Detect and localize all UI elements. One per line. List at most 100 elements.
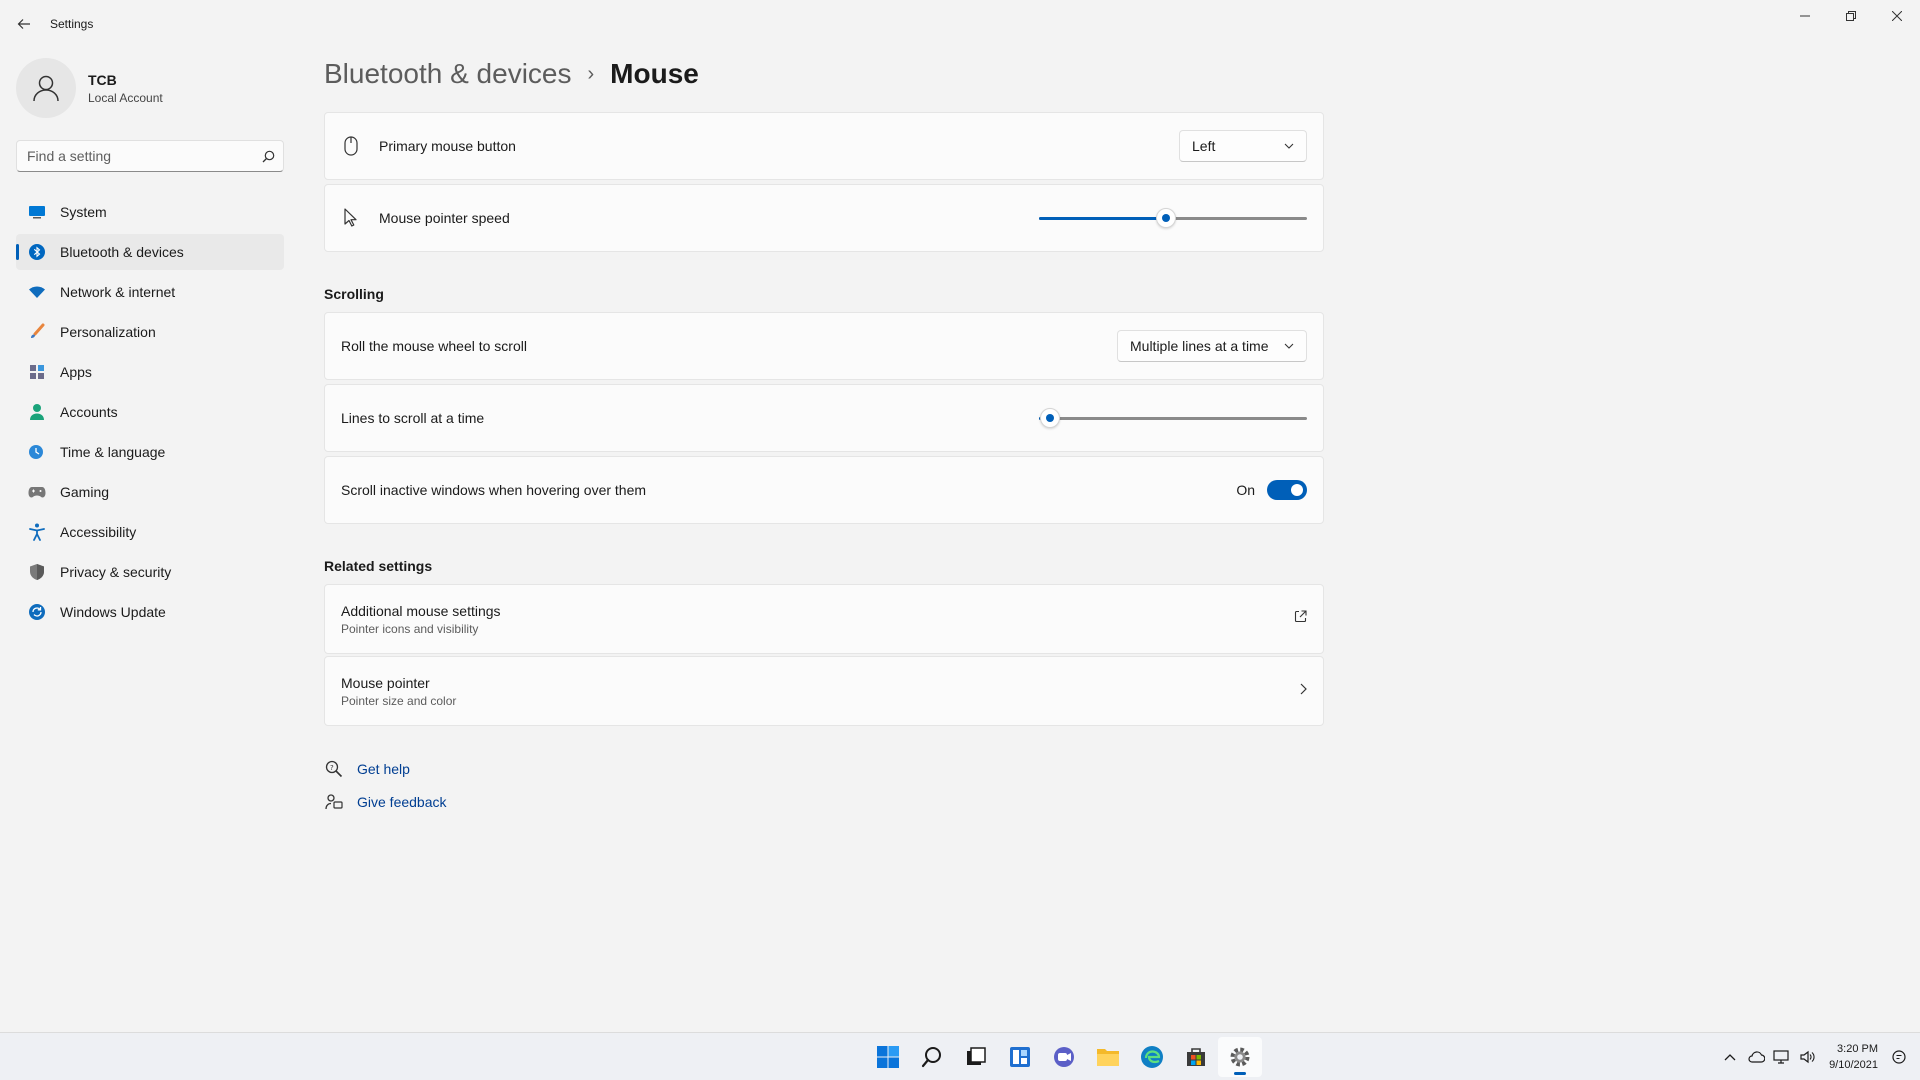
pointer-speed-slider[interactable] <box>1039 208 1307 228</box>
dropdown-value: Left <box>1192 138 1216 154</box>
lines-to-scroll-card: Lines to scroll at a time <box>324 384 1324 452</box>
tray-clock[interactable]: 3:20 PM 9/10/2021 <box>1829 1041 1878 1073</box>
mouse-pointer-card[interactable]: Mouse pointer Pointer size and color <box>324 656 1324 726</box>
profile-name: TCB <box>88 71 117 88</box>
monitor-icon <box>28 203 46 221</box>
lines-to-scroll-label: Lines to scroll at a time <box>341 410 485 426</box>
get-help-text: Get help <box>357 761 410 777</box>
sidebar-item-time-language[interactable]: Time & language <box>16 434 284 470</box>
sidebar-item-network[interactable]: Network & internet <box>16 274 284 310</box>
scroll-inactive-toggle[interactable] <box>1267 480 1307 500</box>
roll-wheel-label: Roll the mouse wheel to scroll <box>341 338 527 354</box>
sidebar: TCB Local Account System Bluetooth & dev… <box>0 48 300 1028</box>
give-feedback-link[interactable]: Give feedback <box>324 791 447 813</box>
sidebar-item-bluetooth-devices[interactable]: Bluetooth & devices <box>16 234 284 270</box>
cloud-icon[interactable] <box>1745 1046 1767 1068</box>
edge-button[interactable] <box>1130 1037 1174 1077</box>
chat-icon <box>1054 1047 1074 1067</box>
restore-button[interactable] <box>1828 0 1874 32</box>
close-button[interactable] <box>1874 0 1920 32</box>
shield-icon <box>28 563 46 581</box>
clock-date: 9/10/2021 <box>1829 1059 1878 1071</box>
back-button[interactable] <box>12 12 36 36</box>
sidebar-item-personalization[interactable]: Personalization <box>16 314 284 350</box>
sidebar-item-label: Privacy & security <box>60 564 172 580</box>
sidebar-item-apps[interactable]: Apps <box>16 354 284 390</box>
slider-thumb[interactable] <box>1040 408 1060 428</box>
apps-icon <box>28 363 46 381</box>
sidebar-item-label: Bluetooth & devices <box>60 244 184 260</box>
minimize-icon <box>1800 15 1810 17</box>
wifi-icon <box>28 283 46 301</box>
gamepad-icon <box>28 483 46 501</box>
store-button[interactable] <box>1174 1037 1218 1077</box>
primary-mouse-button-dropdown[interactable]: Left <box>1179 130 1307 162</box>
slider-thumb[interactable] <box>1156 208 1176 228</box>
give-feedback-text: Give feedback <box>357 794 447 810</box>
scrolling-heading: Scrolling <box>324 286 384 302</box>
file-explorer-icon <box>1097 1049 1119 1066</box>
window-controls <box>1782 0 1920 32</box>
user-profile[interactable]: TCB Local Account <box>16 58 163 118</box>
sidebar-item-accessibility[interactable]: Accessibility <box>16 514 284 550</box>
system-tray: 3:20 PM 9/10/2021 <box>1715 1033 1910 1080</box>
chat-button[interactable] <box>1042 1037 1086 1077</box>
feedback-icon <box>324 792 344 812</box>
task-view-button[interactable] <box>954 1037 998 1077</box>
settings-icon <box>1230 1047 1250 1067</box>
title-bar: Settings <box>0 0 1920 48</box>
chevron-up-icon[interactable] <box>1719 1046 1741 1068</box>
search-input[interactable] <box>17 148 253 164</box>
pointer-icon <box>341 208 361 228</box>
person-icon <box>28 403 46 421</box>
file-explorer-button[interactable] <box>1086 1037 1130 1077</box>
sidebar-item-windows-update[interactable]: Windows Update <box>16 594 284 630</box>
dropdown-value: Multiple lines at a time <box>1130 338 1269 354</box>
scroll-inactive-card: Scroll inactive windows when hovering ov… <box>324 456 1324 524</box>
brush-icon <box>28 323 46 341</box>
widgets-button[interactable] <box>998 1037 1042 1077</box>
bluetooth-icon <box>28 243 46 261</box>
toggle-state-label: On <box>1236 482 1255 498</box>
mouse-pointer-speed-label: Mouse pointer speed <box>379 210 510 226</box>
globe-clock-icon <box>28 443 46 461</box>
slider-track <box>1039 417 1307 420</box>
sidebar-item-accounts[interactable]: Accounts <box>16 394 284 430</box>
sidebar-item-label: Windows Update <box>60 604 166 620</box>
start-icon <box>877 1046 899 1068</box>
sidebar-item-label: Personalization <box>60 324 156 340</box>
minimize-button[interactable] <box>1782 0 1828 32</box>
related-settings-heading: Related settings <box>324 558 433 574</box>
sidebar-item-privacy-security[interactable]: Privacy & security <box>16 554 284 590</box>
start-button[interactable] <box>866 1037 910 1077</box>
sidebar-item-label: Accounts <box>60 404 118 420</box>
volume-icon[interactable] <box>1797 1046 1819 1068</box>
task-view-icon <box>967 1047 986 1065</box>
page-title: Mouse <box>610 58 699 89</box>
sidebar-item-system[interactable]: System <box>16 194 284 230</box>
settings-app-button[interactable] <box>1218 1037 1262 1077</box>
search-icon <box>921 1047 941 1068</box>
sidebar-item-label: Gaming <box>60 484 110 500</box>
chevron-right-icon <box>1300 682 1307 700</box>
roll-wheel-dropdown[interactable]: Multiple lines at a time <box>1117 330 1307 362</box>
person-avatar-icon <box>33 75 59 102</box>
taskbar-apps <box>866 1033 1262 1080</box>
get-help-link[interactable]: ? Get help <box>324 758 447 780</box>
slider-fill <box>1039 217 1166 220</box>
notification-icon[interactable] <box>1888 1046 1910 1068</box>
sidebar-nav: System Bluetooth & devices Network & int… <box>16 194 284 634</box>
network-icon[interactable] <box>1771 1046 1793 1068</box>
help-chat-icon: ? <box>324 759 344 779</box>
sidebar-item-gaming[interactable]: Gaming <box>16 474 284 510</box>
search-icon[interactable] <box>253 150 283 163</box>
taskbar-search-button[interactable] <box>910 1037 954 1077</box>
lines-to-scroll-slider[interactable] <box>1039 408 1307 428</box>
breadcrumb-parent[interactable]: Bluetooth & devices <box>324 58 572 90</box>
edge-icon <box>1141 1046 1163 1068</box>
sidebar-item-label: Accessibility <box>60 524 137 540</box>
mouse-icon <box>341 136 361 156</box>
additional-mouse-settings-card[interactable]: Additional mouse settings Pointer icons … <box>324 584 1324 654</box>
mouse-pointer-title: Mouse pointer <box>341 674 430 691</box>
external-link-icon <box>1294 610 1307 628</box>
